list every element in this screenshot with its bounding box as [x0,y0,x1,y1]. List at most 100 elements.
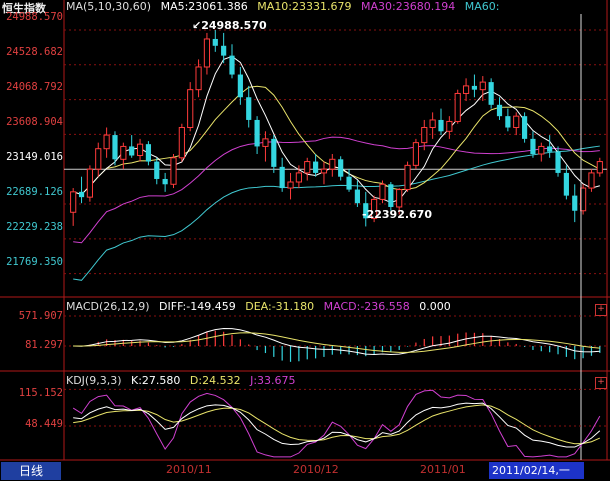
candle-down [354,189,360,204]
candle-up [304,161,311,174]
candle-down [221,45,227,56]
candle-up [178,127,185,159]
macd-tick: 81.297 [25,339,63,351]
macd-zero-value: 0.000 [419,300,451,313]
candle-down [229,55,235,75]
candle-down [112,135,118,160]
kdj-tick: 115.152 [18,387,63,399]
period-tab-daily[interactable]: 日线 [1,462,61,480]
k-value: K:27.580 [131,374,181,387]
candle-down [438,119,444,132]
candle-down [563,172,569,196]
candle-down [471,85,478,90]
candle-up [320,168,328,174]
candle-up [203,38,211,68]
macd-header: MACD(26,12,9) DIFF:-149.459 DEA:-31.180 … [66,300,457,313]
dea-value: DEA:-31.180 [245,300,315,313]
candle-up [262,138,269,147]
date-label: 2010/12 [293,463,339,476]
candle-down [496,104,503,117]
candle-up [513,115,520,129]
ma-header: MA(5,10,30,60) MA5:23061.386 MA10:23331.… [66,0,505,13]
candle-up [187,89,194,129]
candle-up [170,157,177,185]
candle-up [412,142,420,166]
ma5-value: MA5:23061.386 [160,0,248,13]
candle-up [379,183,386,200]
price-tick: 24068.792 [6,81,63,93]
high-value: 24988.570 [201,19,267,32]
ma60-value: MA60: [464,0,500,13]
ma10-value: MA10:23331.679 [257,0,352,13]
candle-down [154,161,160,179]
candle-up [479,81,486,91]
ma5-line [73,55,600,203]
diff-value: DIFF:-149.459 [159,300,236,313]
price-tick: 23149.016 [6,151,63,163]
stock-chart-window: 恒生指数 MA(5,10,30,60) MA5:23061.386 MA10:2… [0,0,610,481]
candle-up [195,66,202,91]
candle-up [454,92,461,122]
ma60-line [73,145,600,281]
price-tick: 24528.682 [6,46,63,58]
date-label: 2010/11 [166,463,212,476]
candle-down [530,138,536,154]
macd-panel-toggle-button[interactable]: + [595,304,607,316]
candle-up [295,172,302,183]
candle-up [329,158,336,170]
candle-down [547,146,553,152]
candle-up [120,145,127,160]
candle-up [396,189,403,208]
selected-date-readout: 2011/02/14,一 [489,462,584,479]
candle-up [404,164,411,191]
candle-down [246,97,252,120]
high-annotation: ↙24988.570 [192,19,267,32]
candle-up [596,161,603,174]
chart-canvas[interactable] [0,0,610,481]
d-value: D:24.532 [189,374,241,387]
candle-up [538,145,545,155]
candle-down [212,38,218,46]
candle-down [555,151,561,173]
candle-down [388,184,394,207]
candle-down [505,116,511,128]
ma10-line [73,85,601,196]
candle-down [162,178,168,185]
low-annotation: -22392.670 [362,208,432,221]
candle-down [346,176,352,190]
candle-up [136,143,144,157]
candle-down [338,159,344,177]
candle-up [70,191,77,213]
price-tick: 23608.904 [6,116,63,128]
candle-up [95,148,102,170]
price-tick: 22689.126 [6,186,63,198]
candle-down [572,195,578,211]
kdj-panel-toggle-button[interactable]: + [595,377,607,389]
price-tick: 21769.350 [6,256,63,268]
candle-down [237,74,243,98]
kdj-header: KDJ(9,3,3) K:27.580 D:24.532 J:33.675 [66,374,302,387]
j-value: J:33.675 [250,374,296,387]
j-line [72,389,601,458]
high-arrow: ↙ [192,19,202,32]
kdj-tick: 48.449 [25,418,63,430]
macd-tick: 571.907 [18,310,63,322]
candle-up [462,85,470,94]
candle-up [86,168,93,198]
candle-down [78,191,85,198]
candle-up [429,119,436,129]
ma-params: MA(5,10,30,60) [66,0,152,13]
candle-up [446,120,453,132]
macd-value: MACD:-236.558 [323,300,410,313]
price-tick: 22229.238 [6,221,63,233]
candle-down [254,119,260,147]
candle-down [129,146,135,156]
candle-down [313,161,319,173]
price-tick: 24988.570 [6,11,63,23]
low-value: 22392.670 [366,208,432,221]
candle-up [588,172,595,189]
date-label: 2011/01 [420,463,466,476]
candle-up [103,134,110,150]
candle-up [287,181,294,189]
ma30-value: MA30:23680.194 [361,0,456,13]
